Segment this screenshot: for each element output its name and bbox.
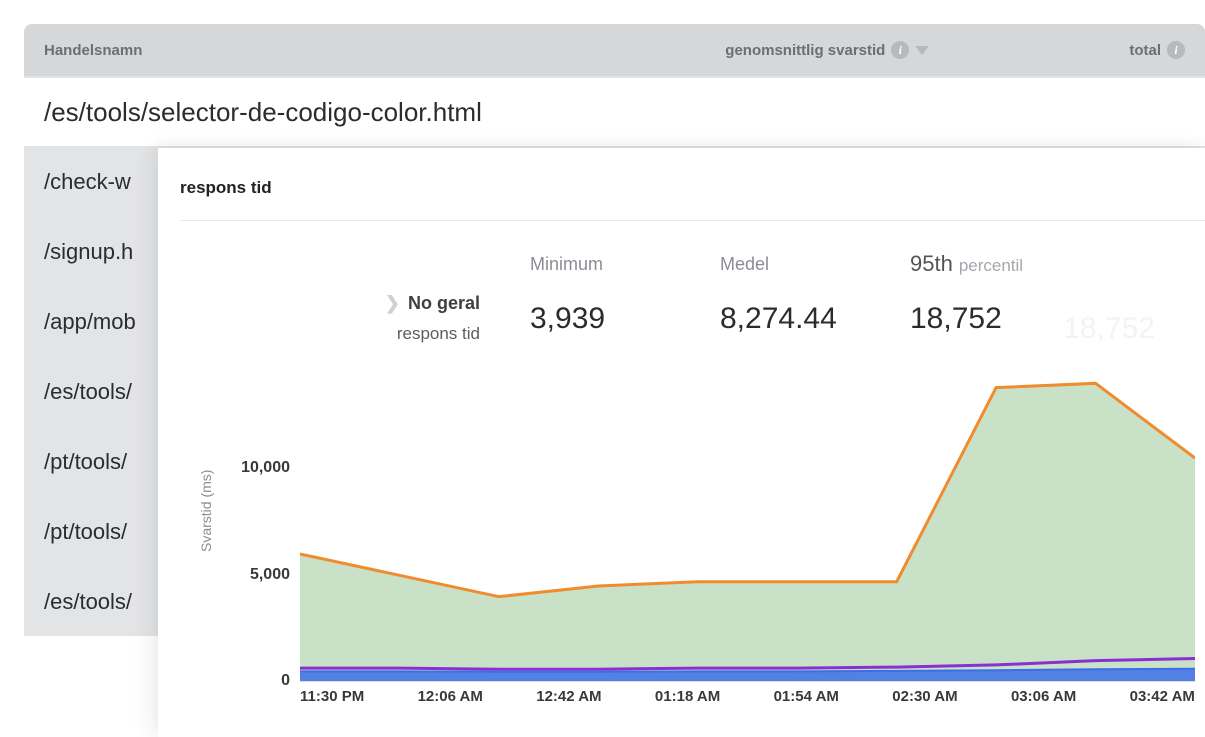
chevron-right-icon: ❯ <box>385 293 400 314</box>
table-row[interactable]: /es/tools/selector-de-codigo-color.html <box>24 76 1205 146</box>
stat-value-avg: 8,274.44 <box>720 302 910 336</box>
x-axis-ticks: 11:30 PM 12:06 AM 12:42 AM 01:18 AM 01:5… <box>300 688 1195 705</box>
stats-header-avg: Medel <box>720 254 910 275</box>
stats-grid: Minimum Medel 95th percentil ❯ No geral r… <box>250 251 1205 344</box>
y-tick: 5,000 <box>220 566 290 584</box>
col-header-name[interactable]: Handelsnamn <box>44 42 725 59</box>
stats-header-min: Minimum <box>530 254 720 275</box>
transaction-name: /es/tools/ <box>44 589 132 615</box>
detail-panel: respons tid Minimum Medel 95th percentil … <box>158 148 1205 737</box>
transaction-name: /check-w <box>44 169 131 195</box>
p95-number: 95th <box>910 251 953 276</box>
col-header-total-label: total <box>1129 42 1161 59</box>
stats-header-p95: 95th percentil <box>910 251 1110 277</box>
x-tick: 12:42 AM <box>536 688 601 705</box>
table-header: Handelsnamn genomsnittlig svarstid i tot… <box>24 24 1205 76</box>
col-header-response-label: genomsnittlig svarstid <box>725 42 885 59</box>
chart-plot[interactable] <box>300 362 1195 682</box>
x-tick: 12:06 AM <box>418 688 483 705</box>
expand-toggle[interactable]: ❯ No geral <box>385 293 480 314</box>
row-sublabel: respons tid <box>250 324 480 344</box>
y-axis-ticks: 0 5,000 10,000 <box>220 362 290 682</box>
stat-value-min: 3,939 <box>530 302 720 336</box>
divider <box>180 220 1205 221</box>
response-time-chart: Svarstid (ms) 0 5,000 10,000 11:30 PM 12… <box>180 362 1205 722</box>
y-axis-label: Svarstid (ms) <box>198 470 214 552</box>
stats-row-label: ❯ No geral respons tid <box>250 293 530 344</box>
info-icon[interactable]: i <box>891 41 909 59</box>
transaction-name: /signup.h <box>44 239 133 265</box>
panel-title: respons tid <box>180 178 1205 198</box>
x-tick: 01:54 AM <box>774 688 839 705</box>
transaction-name: /es/tools/ <box>44 379 132 405</box>
transaction-name: /es/tools/selector-de-codigo-color.html <box>44 97 482 128</box>
p95-word: percentil <box>959 256 1023 275</box>
group-label: No geral <box>408 293 480 314</box>
col-header-total[interactable]: total i <box>1129 41 1185 59</box>
x-tick: 02:30 AM <box>892 688 957 705</box>
chevron-down-icon[interactable] <box>915 46 929 55</box>
y-tick: 10,000 <box>220 459 290 477</box>
x-tick: 11:30 PM <box>300 688 364 705</box>
transaction-name: /app/mob <box>44 309 136 335</box>
ghost-value: 18,752 <box>1063 312 1155 346</box>
info-icon[interactable]: i <box>1167 41 1185 59</box>
col-header-response[interactable]: genomsnittlig svarstid i <box>725 41 929 59</box>
x-tick: 03:42 AM <box>1130 688 1195 705</box>
transaction-name: /pt/tools/ <box>44 449 127 475</box>
x-tick: 01:18 AM <box>655 688 720 705</box>
x-tick: 03:06 AM <box>1011 688 1076 705</box>
transaction-name: /pt/tools/ <box>44 519 127 545</box>
x-axis-line <box>300 681 1195 682</box>
y-tick: 0 <box>220 672 290 690</box>
